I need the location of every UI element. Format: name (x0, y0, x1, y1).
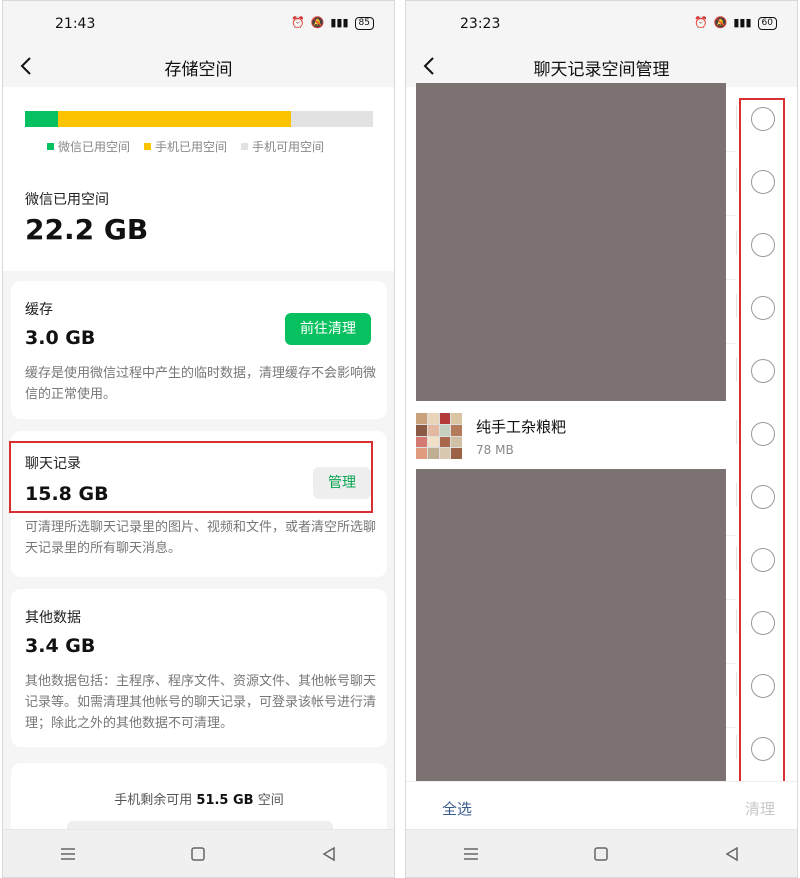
home-button[interactable] (576, 834, 626, 874)
select-radio[interactable] (751, 359, 775, 383)
row-divider (736, 609, 737, 633)
menu-icon (464, 847, 479, 860)
home-square-icon (594, 846, 609, 861)
select-radio[interactable] (751, 485, 775, 509)
other-data-description: 其他数据包括：主程序、程序文件、资源文件、其他帐号聊天记录等。如需清理其他帐号的… (25, 674, 377, 731)
menu-button[interactable] (446, 834, 496, 874)
storage-bar (25, 111, 373, 127)
highlight-box (9, 441, 373, 513)
status-time: 21:43 (55, 16, 96, 32)
select-radio[interactable] (751, 674, 775, 698)
select-radio[interactable] (751, 548, 775, 572)
status-bar: 23:23 ⏰ 🔕 ▮▮▮ 60 (406, 1, 797, 47)
clean-button[interactable]: 清理 (745, 798, 775, 819)
select-radio[interactable] (751, 170, 775, 194)
status-icons: ⏰ 🔕 ▮▮▮ 60 (694, 16, 777, 30)
select-radio[interactable] (751, 107, 775, 131)
row-divider (736, 672, 737, 696)
legend-item: 手机可用空间 (241, 138, 324, 155)
wechat-used-value: 22.2 GB (25, 213, 149, 246)
select-radio[interactable] (751, 737, 775, 761)
list-item[interactable]: 纯手工杂粮粑 78 MB (416, 403, 726, 469)
alarm-icon: ⏰ (693, 16, 708, 29)
cache-value: 3.0 GB (25, 327, 96, 349)
legend-swatch (241, 143, 249, 150)
row-divider (736, 483, 737, 507)
free-space-prefix: 手机剩余可用 (114, 793, 197, 808)
menu-button[interactable] (43, 834, 93, 874)
signal-icon: ▮▮▮ (330, 16, 349, 29)
signal-icon: ▮▮▮ (733, 16, 752, 29)
row-divider (736, 420, 737, 444)
select-radio[interactable] (751, 233, 775, 257)
storage-legend: 微信已用空间 手机已用空间 手机可用空间 (47, 138, 324, 155)
battery-icon: 85 (354, 16, 374, 30)
system-back-button[interactable] (707, 834, 757, 874)
page-title: 聊天记录空间管理 (533, 60, 670, 80)
home-button[interactable] (173, 834, 223, 874)
storage-space-screen: 21:43 ⏰ 🔕 ▮▮▮ 85 存储空间 微信已用空间 手机已用空间 手机可用 (2, 0, 395, 878)
system-back-button[interactable] (304, 834, 354, 874)
storage-segment-phone-free (291, 111, 373, 127)
nav-bar: 聊天记录空间管理 (406, 47, 797, 87)
select-radio[interactable] (751, 296, 775, 320)
alarm-icon: ⏰ (290, 16, 305, 29)
chat-size: 78 MB (476, 442, 514, 457)
row-divider (736, 546, 737, 570)
system-nav-bar (406, 829, 797, 877)
menu-icon (61, 847, 76, 860)
other-data-card: 其他数据 3.4 GB 其他数据包括：主程序、程序文件、资源文件、其他帐号聊天记… (11, 589, 387, 747)
select-radio[interactable] (751, 422, 775, 446)
chat-history-management-screen: 23:23 ⏰ 🔕 ▮▮▮ 60 聊天记录空间管理 纯手工杂粮粑 78 MB 全… (405, 0, 798, 878)
row-divider (736, 168, 737, 192)
home-square-icon (191, 846, 206, 861)
select-all-button[interactable]: 全选 (442, 798, 472, 819)
other-data-value: 3.4 GB (25, 635, 96, 657)
legend-label: 微信已用空间 (58, 140, 131, 154)
legend-swatch (47, 143, 54, 150)
storage-segment-phone-used (58, 111, 292, 127)
mute-icon: 🔕 (713, 16, 728, 29)
legend-item: 手机已用空间 (144, 138, 227, 155)
legend-label: 手机可用空间 (252, 140, 325, 154)
selection-column (739, 98, 785, 786)
row-divider (736, 294, 737, 318)
redacted-region (416, 83, 726, 401)
back-triangle-icon (322, 846, 335, 861)
chat-history-description: 可清理所选聊天记录里的图片、视频和文件，或者清空所选聊天记录里的所有聊天消息。 (25, 520, 377, 556)
back-triangle-icon (725, 846, 738, 861)
row-divider (736, 735, 737, 759)
status-icons: ⏰ 🔕 ▮▮▮ 85 (291, 16, 374, 30)
free-space-amount: 51.5 GB (196, 793, 254, 808)
cache-description: 缓存是使用微信过程中产生的临时数据，清理缓存不会影响微信的正常使用。 (25, 366, 377, 402)
cache-card: 缓存 3.0 GB 前往清理 缓存是使用微信过程中产生的临时数据，清理缓存不会影… (11, 281, 387, 419)
mute-icon: 🔕 (310, 16, 325, 29)
redacted-region (416, 469, 726, 781)
row-divider (736, 231, 737, 255)
wechat-used-label: 微信已用空间 (25, 192, 109, 208)
go-clean-button[interactable]: 前往清理 (285, 313, 371, 345)
battery-icon: 60 (757, 16, 777, 30)
storage-segment-wechat (25, 111, 59, 127)
cache-title: 缓存 (25, 302, 53, 318)
legend-label: 手机已用空间 (155, 140, 228, 154)
legend-swatch (144, 143, 152, 150)
nav-bar: 存储空间 (3, 47, 394, 87)
legend-item: 微信已用空间 (47, 138, 130, 155)
chat-name: 纯手工杂粮粑 (476, 417, 567, 436)
row-divider (736, 357, 737, 381)
row-divider (736, 105, 737, 129)
status-bar: 21:43 ⏰ 🔕 ▮▮▮ 85 (3, 1, 394, 47)
page-title: 存储空间 (164, 60, 233, 80)
chat-avatar (416, 413, 462, 459)
action-bar: 全选 清理 (406, 781, 797, 831)
select-radio[interactable] (751, 611, 775, 635)
status-time: 23:23 (460, 16, 501, 32)
free-space-text: 手机剩余可用 51.5 GB 空间 (11, 789, 387, 808)
free-space-suffix: 空间 (253, 793, 284, 808)
other-data-title: 其他数据 (25, 610, 81, 626)
system-nav-bar (3, 829, 394, 877)
chat-info: 纯手工杂粮粑 78 MB (476, 416, 566, 457)
